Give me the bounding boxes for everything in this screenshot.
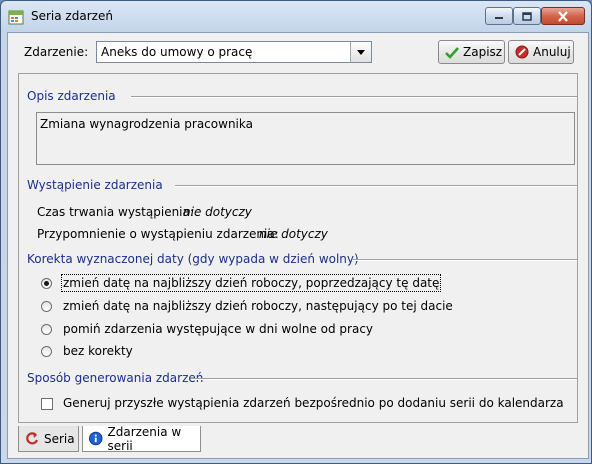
series-icon bbox=[26, 431, 39, 444]
save-button[interactable]: Zapisz bbox=[438, 40, 505, 64]
tab-events-label: Zdarzenia w serii bbox=[107, 424, 182, 453]
radio-button[interactable] bbox=[41, 301, 52, 312]
save-button-label: Zapisz bbox=[463, 45, 503, 59]
correction-option-label: zmień datę na najbliższy dzień roboczy, … bbox=[60, 274, 442, 292]
radio-button[interactable] bbox=[41, 346, 52, 357]
event-combobox-value: Aneks do umowy o pracę bbox=[101, 45, 253, 59]
occurrence-section-title: Wystąpienie zdarzenia bbox=[27, 178, 163, 192]
minimize-icon bbox=[495, 17, 503, 19]
correction-divider bbox=[353, 259, 577, 261]
cancel-button[interactable]: Anuluj bbox=[508, 40, 574, 64]
generation-divider bbox=[191, 378, 577, 380]
event-combobox-dropdown[interactable] bbox=[350, 42, 371, 62]
series-panel: Opis zdarzenia Zmiana wynagrodzenia prac… bbox=[18, 73, 578, 423]
maximize-icon bbox=[522, 11, 532, 21]
generate-checkbox[interactable] bbox=[41, 398, 53, 410]
radio-button[interactable] bbox=[41, 278, 52, 289]
title-bar[interactable]: Seria zdarzeń bbox=[1, 1, 591, 31]
dialog-body: Zdarzenie: Aneks do umowy o pracę Zapisz… bbox=[7, 32, 589, 459]
checkmark-icon bbox=[445, 46, 459, 59]
window: Seria zdarzeń Zdarzenie: Aneks do umowy … bbox=[0, 0, 592, 464]
tab-events-in-series[interactable]: Zdarzenia w serii bbox=[82, 424, 201, 453]
event-label: Zdarzenie: bbox=[24, 45, 89, 59]
duration-label: Czas trwania wystąpienia: bbox=[37, 205, 194, 219]
chevron-down-icon bbox=[357, 49, 365, 55]
description-divider bbox=[131, 96, 577, 98]
description-text: Zmiana wynagrodzenia pracownika bbox=[40, 117, 253, 131]
calendar-app-icon bbox=[8, 10, 24, 25]
correction-section-title: Korekta wyznaczonej daty (gdy wypada w d… bbox=[27, 252, 359, 266]
correction-option-label: pomiń zdarzenia występujące w dni wolne … bbox=[63, 322, 374, 336]
info-icon bbox=[89, 431, 103, 446]
correction-option-label: zmień datę na najbliższy dzień roboczy, … bbox=[63, 299, 453, 313]
reminder-label: Przypomnienie o wystąpieniu zdarzenia: bbox=[37, 227, 279, 241]
cancel-button-label: Anuluj bbox=[533, 45, 571, 59]
description-section-title: Opis zdarzenia bbox=[27, 89, 116, 103]
event-combobox[interactable]: Aneks do umowy o pracę bbox=[96, 41, 372, 63]
duration-value: nie dotyczy bbox=[183, 205, 252, 219]
generate-checkbox-label: Generuj przyszłe wystąpienia zdarzeń bez… bbox=[63, 396, 564, 410]
generation-section-title: Sposób generowania zdarzeń bbox=[27, 371, 204, 385]
minimize-button[interactable] bbox=[485, 7, 513, 25]
window-title: Seria zdarzeń bbox=[31, 9, 113, 23]
reminder-value: nie dotyczy bbox=[259, 227, 328, 241]
close-button[interactable] bbox=[541, 7, 585, 25]
close-icon bbox=[558, 10, 568, 22]
maximize-button[interactable] bbox=[513, 7, 541, 25]
radio-button[interactable] bbox=[41, 324, 52, 335]
occurrence-divider bbox=[175, 185, 577, 187]
correction-option-label: bez korekty bbox=[63, 344, 133, 358]
cancel-icon bbox=[515, 45, 529, 59]
tab-series-label: Seria bbox=[44, 431, 75, 446]
tab-series[interactable]: Seria bbox=[18, 426, 79, 452]
description-memo[interactable]: Zmiana wynagrodzenia pracownika bbox=[36, 112, 575, 165]
